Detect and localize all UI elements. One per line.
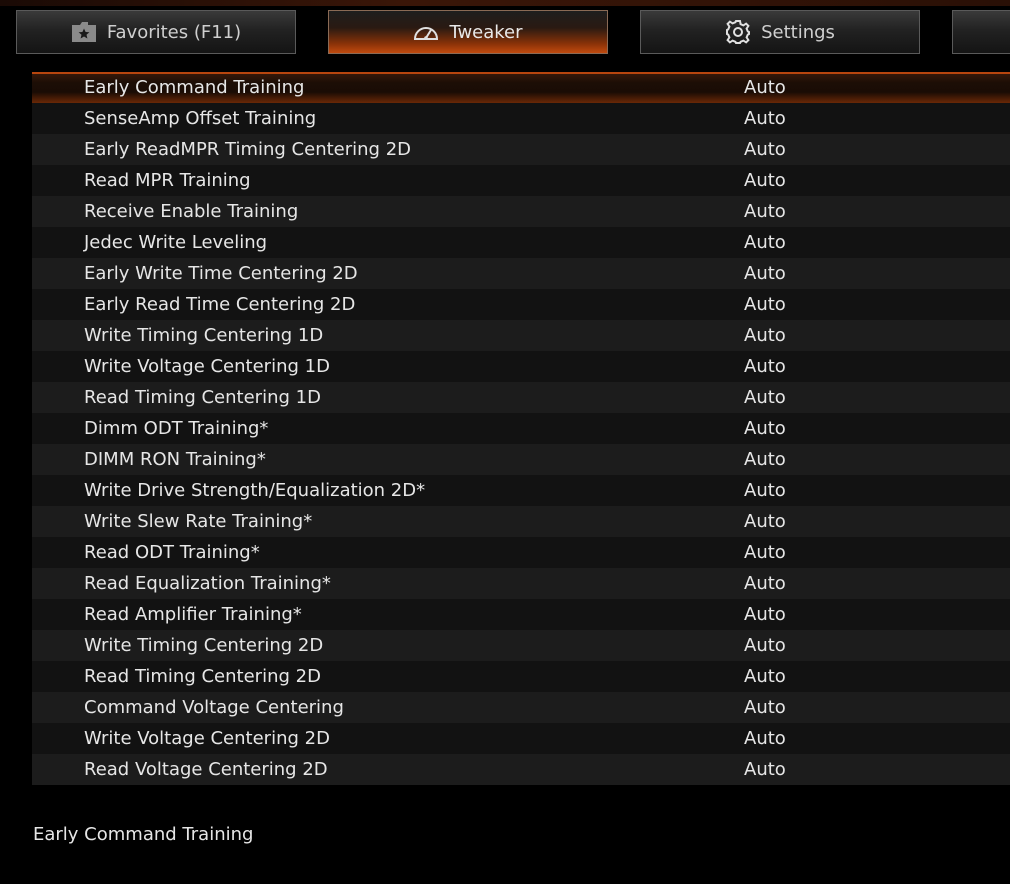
setting-row[interactable]: Write Voltage Centering 2D Auto <box>32 723 1010 754</box>
tab-tweaker[interactable]: Tweaker <box>328 10 608 54</box>
setting-row[interactable]: Write Timing Centering 1D Auto <box>32 320 1010 351</box>
setting-value[interactable]: Auto <box>744 537 786 568</box>
tab-settings[interactable]: Settings <box>640 10 920 54</box>
setting-label: Read MPR Training <box>84 170 251 191</box>
setting-label: Read Amplifier Training* <box>84 604 302 625</box>
tab-tweaker-label: Tweaker <box>449 21 523 43</box>
top-accent-bar <box>0 0 1010 6</box>
setting-label: Read ODT Training* <box>84 542 260 563</box>
setting-label: Read Timing Centering 2D <box>84 666 321 687</box>
setting-value[interactable]: Auto <box>744 320 786 351</box>
help-description: Early Command Training <box>33 824 254 845</box>
setting-value[interactable]: Auto <box>744 227 786 258</box>
setting-value[interactable]: Auto <box>744 692 786 723</box>
speedometer-icon <box>413 22 439 42</box>
setting-label: Command Voltage Centering <box>84 697 344 718</box>
setting-label: Write Timing Centering 2D <box>84 635 324 656</box>
setting-label: Read Equalization Training* <box>84 573 331 594</box>
setting-value[interactable]: Auto <box>744 661 786 692</box>
setting-label: Write Timing Centering 1D <box>84 325 324 346</box>
setting-value[interactable]: Auto <box>744 599 786 630</box>
setting-value[interactable]: Auto <box>744 754 786 785</box>
setting-row[interactable]: Read ODT Training* Auto <box>32 537 1010 568</box>
setting-value[interactable]: Auto <box>744 630 786 661</box>
star-folder-icon <box>71 21 97 43</box>
setting-label: Read Voltage Centering 2D <box>84 759 328 780</box>
setting-row[interactable]: Write Slew Rate Training* Auto <box>32 506 1010 537</box>
setting-row[interactable]: Early Command Training Auto <box>32 72 1010 103</box>
setting-row[interactable]: SenseAmp Offset Training Auto <box>32 103 1010 134</box>
tab-favorites[interactable]: Favorites (F11) <box>16 10 296 54</box>
tab-bar: Favorites (F11) Tweaker Settings <box>0 10 1010 56</box>
setting-value[interactable]: Auto <box>744 72 786 103</box>
setting-row[interactable]: Read Timing Centering 1D Auto <box>32 382 1010 413</box>
setting-label: Write Voltage Centering 2D <box>84 728 330 749</box>
setting-label: Read Timing Centering 1D <box>84 387 321 408</box>
setting-value[interactable]: Auto <box>744 382 786 413</box>
setting-row[interactable]: Write Voltage Centering 1D Auto <box>32 351 1010 382</box>
setting-row[interactable]: DIMM RON Training* Auto <box>32 444 1010 475</box>
setting-label: Early Read Time Centering 2D <box>84 294 356 315</box>
setting-row[interactable]: Read Amplifier Training* Auto <box>32 599 1010 630</box>
setting-row[interactable]: Command Voltage Centering Auto <box>32 692 1010 723</box>
setting-value[interactable]: Auto <box>744 165 786 196</box>
setting-row[interactable]: Write Timing Centering 2D Auto <box>32 630 1010 661</box>
setting-value[interactable]: Auto <box>744 475 786 506</box>
setting-row[interactable]: Read MPR Training Auto <box>32 165 1010 196</box>
setting-label: Early Write Time Centering 2D <box>84 263 358 284</box>
settings-list: Early Command Training Auto SenseAmp Offs… <box>32 72 1010 785</box>
setting-value[interactable]: Auto <box>744 568 786 599</box>
setting-label: Early Command Training <box>84 77 305 98</box>
setting-row[interactable]: Early Read Time Centering 2D Auto <box>32 289 1010 320</box>
setting-label: SenseAmp Offset Training <box>84 108 317 129</box>
setting-value[interactable]: Auto <box>744 351 786 382</box>
setting-value[interactable]: Auto <box>744 196 786 227</box>
setting-row[interactable]: Receive Enable Training Auto <box>32 196 1010 227</box>
setting-row[interactable]: Jedec Write Leveling Auto <box>32 227 1010 258</box>
setting-value[interactable]: Auto <box>744 103 786 134</box>
setting-label: Receive Enable Training <box>84 201 299 222</box>
setting-value[interactable]: Auto <box>744 413 786 444</box>
tab-offscreen[interactable] <box>952 10 1010 54</box>
setting-row[interactable]: Write Drive Strength/Equalization 2D* Aut… <box>32 475 1010 506</box>
setting-label: Early ReadMPR Timing Centering 2D <box>84 139 412 160</box>
setting-row[interactable]: Read Voltage Centering 2D Auto <box>32 754 1010 785</box>
tab-settings-label: Settings <box>761 21 835 43</box>
gear-icon <box>725 19 751 45</box>
setting-label: Write Slew Rate Training* <box>84 511 313 532</box>
setting-value[interactable]: Auto <box>744 506 786 537</box>
setting-row[interactable]: Read Equalization Training* Auto <box>32 568 1010 599</box>
setting-label: Write Drive Strength/Equalization 2D* <box>84 480 426 501</box>
setting-label: Write Voltage Centering 1D <box>84 356 330 377</box>
setting-label: DIMM RON Training* <box>84 449 266 470</box>
setting-value[interactable]: Auto <box>744 723 786 754</box>
setting-row[interactable]: Early ReadMPR Timing Centering 2D Auto <box>32 134 1010 165</box>
setting-value[interactable]: Auto <box>744 289 786 320</box>
setting-value[interactable]: Auto <box>744 258 786 289</box>
setting-value[interactable]: Auto <box>744 134 786 165</box>
setting-label: Jedec Write Leveling <box>84 232 268 253</box>
tab-favorites-label: Favorites (F11) <box>106 21 242 43</box>
setting-row[interactable]: Early Write Time Centering 2D Auto <box>32 258 1010 289</box>
setting-label: Dimm ODT Training* <box>84 418 269 439</box>
setting-row[interactable]: Read Timing Centering 2D Auto <box>32 661 1010 692</box>
setting-row[interactable]: Dimm ODT Training* Auto <box>32 413 1010 444</box>
setting-value[interactable]: Auto <box>744 444 786 475</box>
